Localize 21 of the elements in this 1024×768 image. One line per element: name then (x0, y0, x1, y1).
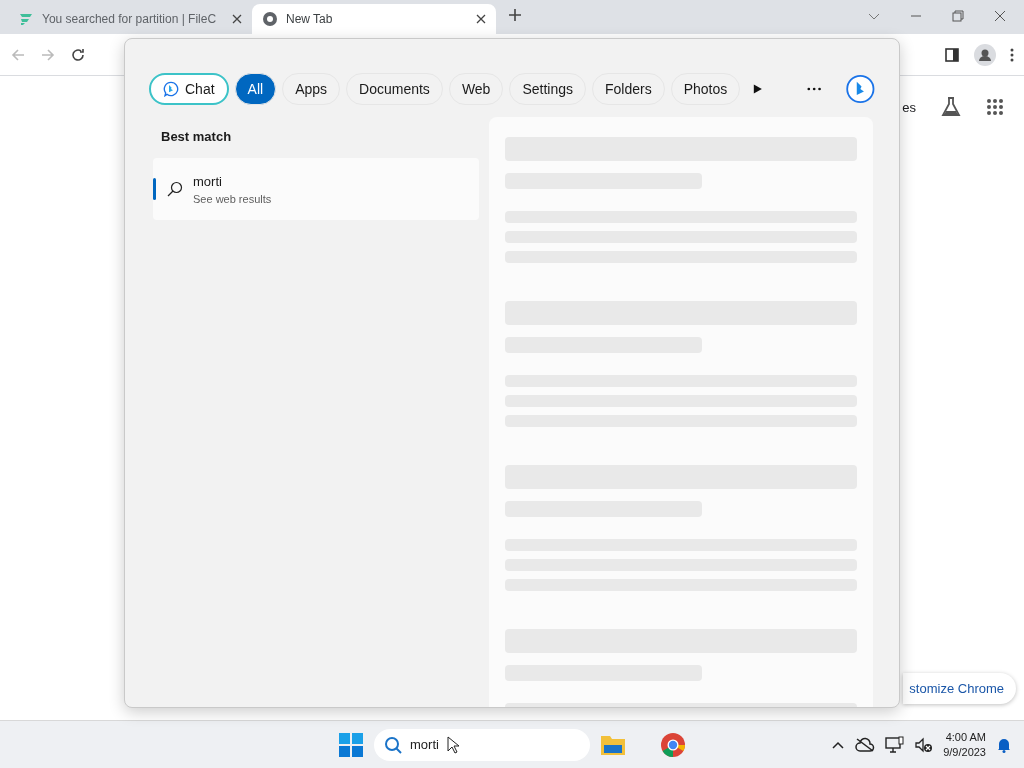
tab-title: New Tab (286, 12, 334, 26)
filter-tab[interactable]: Folders (592, 73, 665, 105)
filter-tab[interactable]: Photos (670, 73, 741, 105)
link-text[interactable]: es (902, 99, 916, 115)
taskbar-search-field[interactable]: morti (374, 728, 590, 761)
filter-tab[interactable]: Documents (346, 73, 443, 105)
filter-tab[interactable]: Web (448, 73, 504, 105)
filter-tab[interactable]: All (234, 73, 277, 105)
tab-title: You searched for partition | FileC (42, 12, 218, 26)
result-title: morti (193, 173, 223, 189)
section-title: Best match (160, 128, 233, 146)
result-subtitle: See web results (193, 192, 272, 205)
browser-tab[interactable]: New Tab (252, 4, 496, 34)
chat-button[interactable]: Chat (149, 73, 229, 105)
customize-chrome-button[interactable]: stomize Chrome (903, 673, 1016, 704)
filter-tab[interactable]: Settings (509, 73, 586, 105)
browser-tab[interactable]: You searched for partition | FileC (8, 4, 252, 34)
search-result[interactable]: morti See web results (153, 158, 479, 220)
filter-tab[interactable]: Apps (282, 73, 341, 105)
clock-date[interactable]: 9/9/2023 (943, 744, 986, 760)
clock-time[interactable]: 4:00 AM (945, 729, 986, 745)
